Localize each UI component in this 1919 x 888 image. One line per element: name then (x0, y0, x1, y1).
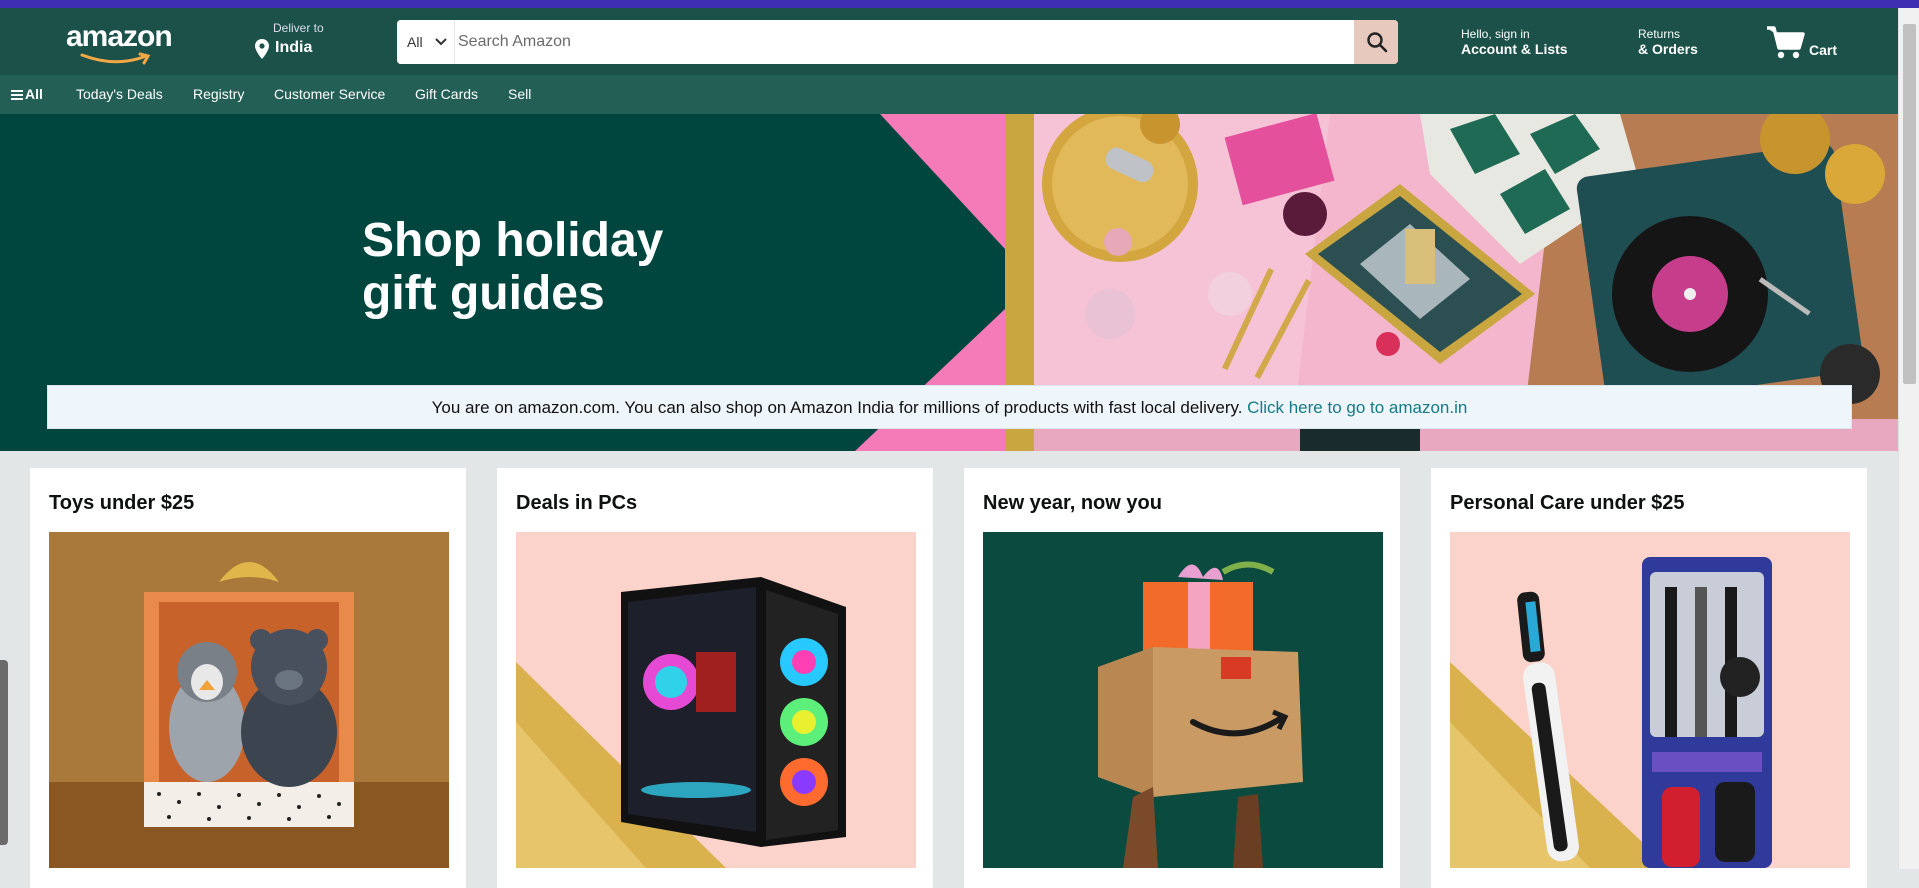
gift-box-image[interactable] (983, 532, 1383, 868)
amazon-logo[interactable]: amazon (66, 20, 173, 66)
orders-label: & Orders (1638, 41, 1698, 57)
card-personal-care-under-25[interactable]: Personal Care under $25 (1431, 468, 1867, 888)
nav-sell[interactable]: Sell (508, 86, 531, 102)
search-category-label: All (407, 34, 423, 50)
nav-gift-cards[interactable]: Gift Cards (415, 86, 478, 102)
smile-arrow-icon (80, 52, 151, 65)
nav-todays-deals[interactable]: Today's Deals (76, 86, 163, 102)
nav-registry[interactable]: Registry (193, 86, 244, 102)
locale-notice-banner: You are on amazon.com. You can also shop… (47, 385, 1852, 429)
toothbrush-image[interactable] (1450, 532, 1850, 868)
search-category-select[interactable]: All (397, 20, 455, 64)
search-icon (1367, 32, 1388, 53)
location-pin-icon (255, 39, 269, 59)
account-label: Account & Lists (1461, 41, 1568, 57)
returns-label: Returns (1638, 27, 1681, 41)
hamburger-menu-icon (11, 90, 23, 100)
card-title: Deals in PCs (516, 492, 638, 514)
chevron-down-icon (435, 38, 447, 46)
toys-image[interactable] (49, 532, 449, 868)
gaming-pc-image[interactable] (516, 532, 916, 868)
all-menu-label: All (25, 86, 43, 102)
card-title: New year, now you (983, 492, 1162, 514)
nav-customer-service[interactable]: Customer Service (274, 86, 385, 102)
card-title: Personal Care under $25 (1450, 492, 1685, 514)
card-title: Toys under $25 (49, 492, 195, 514)
search-bar: All (397, 20, 1398, 64)
page-scrollbar[interactable] (1898, 8, 1919, 869)
cart-icon (1767, 26, 1805, 59)
locale-notice-text: You are on amazon.com. You can also shop… (431, 398, 1243, 417)
search-input[interactable] (458, 20, 1328, 64)
scrollbar-thumb[interactable] (1903, 24, 1916, 384)
logo-text: amazon (66, 20, 173, 53)
deliver-to-label: Deliver to (273, 21, 324, 35)
sub-navigation: All Today's Deals Registry Customer Serv… (0, 75, 1899, 114)
side-panel-handle[interactable] (0, 660, 8, 845)
account-and-lists[interactable]: Hello, sign in Account & Lists (1461, 27, 1568, 58)
returns-and-orders[interactable]: Returns & Orders (1638, 27, 1698, 58)
deliver-location: India (275, 39, 313, 56)
card-toys-under-25[interactable]: Toys under $25 (30, 468, 466, 888)
cart-button[interactable]: Cart (1766, 24, 1846, 64)
search-button[interactable] (1354, 20, 1398, 64)
hero-title-line-1: Shop holiday (362, 214, 664, 267)
cart-label: Cart (1809, 42, 1838, 58)
account-greeting: Hello, sign in (1461, 27, 1530, 41)
card-new-year-now-you[interactable]: New year, now you (964, 468, 1400, 888)
hero-title-line-2: gift guides (362, 267, 605, 320)
header-bar: amazon Deliver to India All Hello (0, 8, 1899, 75)
go-to-amazon-in-link[interactable]: Click here to go to amazon.in (1247, 398, 1467, 417)
top-accent-strip (0, 0, 1919, 8)
hero-title: Shop holiday gift guides (362, 214, 782, 320)
card-deals-in-pcs[interactable]: Deals in PCs (497, 468, 933, 888)
all-menu-button[interactable]: All (11, 86, 43, 102)
